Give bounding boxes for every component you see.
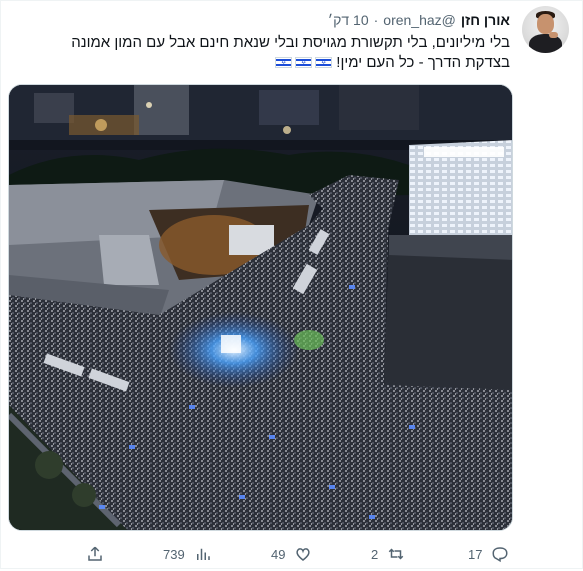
retweet-button[interactable]: 2	[371, 545, 405, 563]
tweet-card[interactable]: אורן חזן @oren_haz · 10 דק׳ בלי מיליונים…	[0, 0, 583, 569]
avatar-face	[537, 14, 554, 34]
share-icon	[88, 546, 102, 561]
views-button[interactable]: 739	[163, 545, 212, 563]
israel-flag-icon: ✡	[275, 57, 293, 68]
author-handle[interactable]: @oren_haz	[383, 12, 456, 28]
reply-icon	[492, 547, 508, 563]
avatar-hand	[549, 32, 558, 38]
like-button[interactable]: 49	[271, 545, 312, 563]
tweet-photo[interactable]	[8, 84, 513, 531]
views-count: 739	[163, 546, 185, 562]
israel-flag-icon: ✡	[295, 57, 313, 68]
likes-count: 49	[271, 546, 286, 562]
share-button[interactable]	[86, 545, 104, 563]
israel-flag-icon: ✡	[315, 57, 333, 68]
retweet-count: 2	[371, 546, 379, 562]
author-avatar[interactable]	[522, 6, 569, 53]
heart-icon	[296, 548, 311, 561]
separator-dot: ·	[373, 12, 379, 28]
tweet-time[interactable]: 10 דק׳	[328, 12, 369, 28]
bar-chart-icon	[196, 548, 210, 560]
aerial-crowd-photo	[9, 85, 512, 530]
reply-button[interactable]: 17	[468, 545, 509, 563]
tweet-actions: 739 49 2 17	[1, 541, 583, 571]
tweet-text-container: בלי מיליונים, בלי תקשורת מגויסת ובלי שנא…	[70, 33, 510, 73]
reply-count: 17	[468, 546, 483, 562]
author-name[interactable]: אורן חזן	[461, 12, 510, 28]
tweet-header: אורן חזן @oren_haz · 10 דק׳	[328, 11, 510, 29]
retweet-icon	[388, 548, 404, 560]
